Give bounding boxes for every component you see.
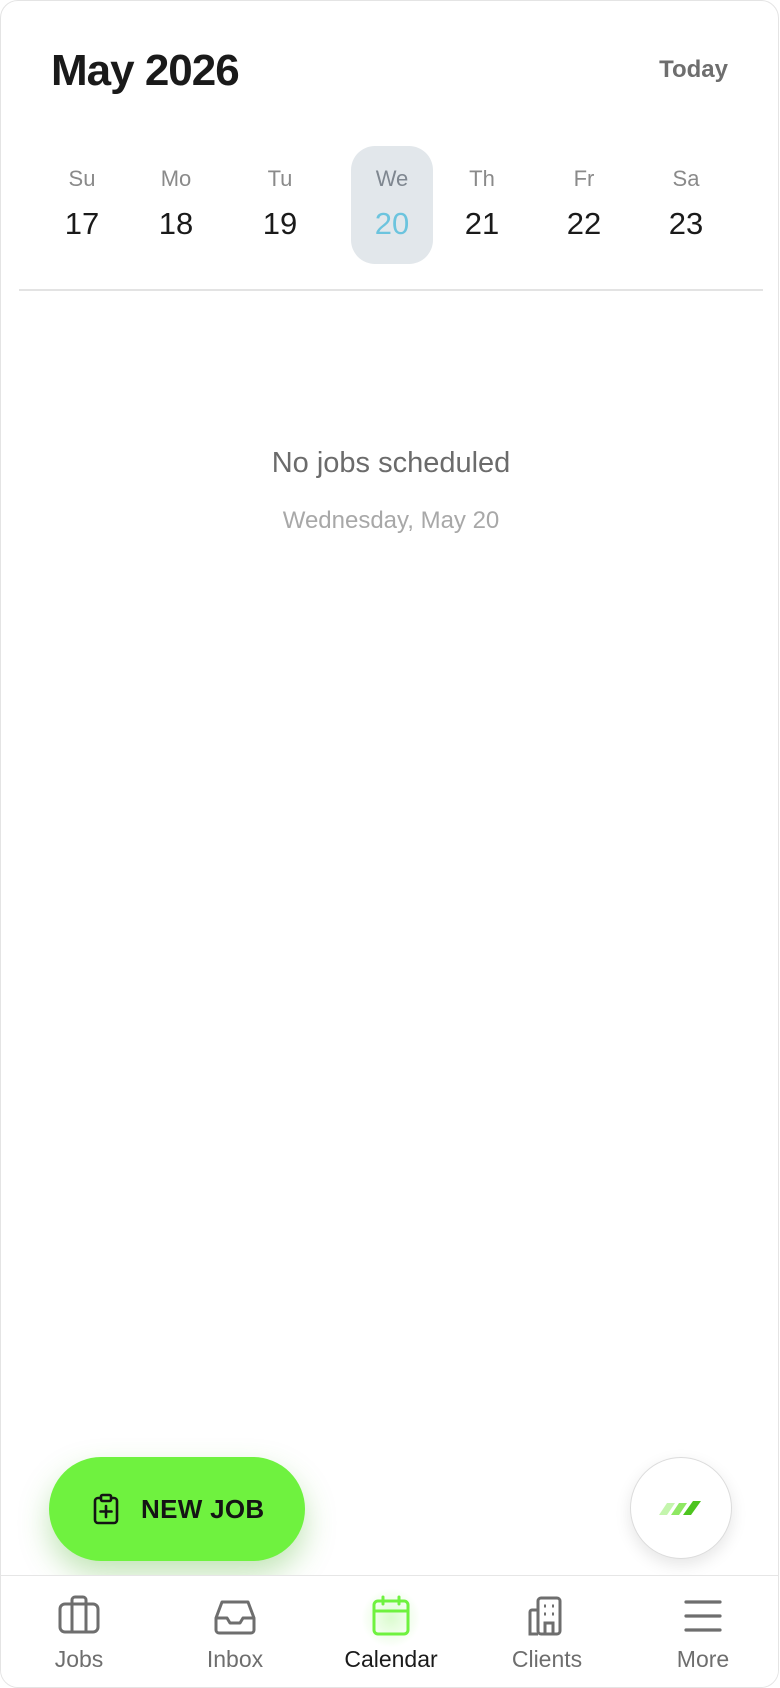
week-strip: Su 17 Mo 18 Tu 19 We 20 Th 21 Fr 22 Sa 2… xyxy=(19,146,763,266)
tab-more[interactable]: More xyxy=(625,1576,778,1687)
day-monday[interactable]: Mo 18 xyxy=(135,146,217,264)
tab-label: More xyxy=(676,1646,730,1672)
tab-clients[interactable]: Clients xyxy=(469,1576,625,1687)
calendar-header: May 2026 Today xyxy=(51,46,728,102)
tab-label: Inbox xyxy=(206,1646,264,1672)
clipboard-plus-icon xyxy=(93,1493,119,1525)
empty-state-date: Wednesday, May 20 xyxy=(282,507,500,534)
tab-inbox[interactable]: Inbox xyxy=(157,1576,313,1687)
tab-label: Calendar xyxy=(344,1646,438,1672)
day-sunday[interactable]: Su 17 xyxy=(41,146,123,264)
tab-jobs[interactable]: Jobs xyxy=(1,1576,157,1687)
day-thursday[interactable]: Th 21 xyxy=(441,146,523,264)
day-number: 20 xyxy=(374,206,410,241)
brand-logo-icon xyxy=(659,1501,701,1515)
bottom-tab-bar: Jobs Inbox Calendar Clients More xyxy=(1,1575,778,1687)
tab-label: Clients xyxy=(511,1646,583,1672)
tab-label: Jobs xyxy=(54,1646,104,1672)
assistant-button[interactable] xyxy=(630,1457,732,1559)
day-number: 18 xyxy=(158,206,194,241)
day-name: Tu xyxy=(267,166,293,191)
building-icon xyxy=(528,1596,562,1636)
header-divider xyxy=(19,289,763,291)
new-job-label: NEW JOB xyxy=(141,1493,265,1524)
day-name: We xyxy=(375,166,409,191)
day-name: Fr xyxy=(573,166,595,191)
day-number: 17 xyxy=(64,206,100,241)
briefcase-icon xyxy=(58,1595,100,1634)
day-tuesday[interactable]: Tu 19 xyxy=(239,146,321,264)
menu-icon xyxy=(684,1600,722,1632)
empty-state-title: No jobs scheduled xyxy=(271,447,511,479)
calendar-icon xyxy=(372,1595,410,1636)
today-button[interactable]: Today xyxy=(659,56,728,84)
day-number: 21 xyxy=(464,206,500,241)
day-wednesday-selected[interactable]: We 20 xyxy=(351,146,433,264)
day-name: Sa xyxy=(672,166,700,191)
day-number: 22 xyxy=(566,206,602,241)
day-friday[interactable]: Fr 22 xyxy=(543,146,625,264)
day-name: Mo xyxy=(160,166,192,191)
day-name: Su xyxy=(68,166,96,191)
month-title: May 2026 xyxy=(51,46,240,95)
day-number: 19 xyxy=(262,206,298,241)
day-number: 23 xyxy=(668,206,704,241)
inbox-icon xyxy=(214,1600,256,1635)
app-screen: May 2026 Today Su 17 Mo 18 Tu 19 We 20 T… xyxy=(0,0,779,1688)
new-job-button[interactable]: NEW JOB xyxy=(49,1457,305,1561)
day-saturday[interactable]: Sa 23 xyxy=(645,146,727,264)
day-name: Th xyxy=(469,166,495,191)
tab-calendar[interactable]: Calendar xyxy=(313,1576,469,1687)
